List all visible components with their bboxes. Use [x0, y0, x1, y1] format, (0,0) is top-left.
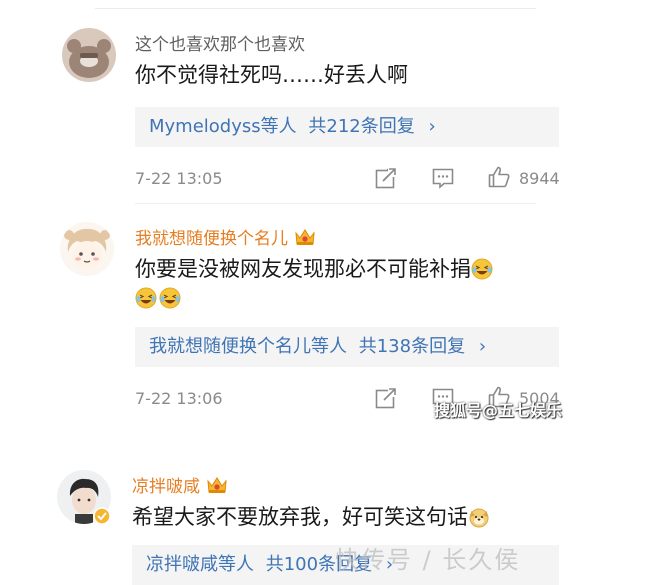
repost-icon[interactable]: [374, 166, 398, 190]
repost-icon[interactable]: [374, 386, 398, 410]
reply-count: 共138条回复: [358, 336, 466, 357]
comment-text: 你要是没被网友发现那必不可能补捐: [135, 254, 493, 284]
comment-username[interactable]: 凉拌啵咸: [132, 472, 228, 497]
divider: [135, 203, 536, 204]
chevron-right-icon: ›: [428, 116, 436, 137]
username-text: 凉拌啵咸: [132, 477, 200, 497]
laugh-emoji-icon: [471, 258, 493, 280]
reply-summary-button[interactable]: Mymelodyss等人 共212条回复 ›: [135, 107, 559, 147]
screenshot-gap: [0, 425, 671, 455]
avatar[interactable]: [60, 222, 114, 276]
laugh-emoji-icon: [135, 287, 157, 309]
comment-time: 7-22 13:05: [135, 169, 223, 188]
like-icon[interactable]: [487, 165, 511, 189]
comment-text-body: 希望大家不要放弃我，好可笑这句话: [132, 505, 468, 529]
comment-text-emoji-line: [135, 283, 181, 313]
reply-users: Mymelodyss等人: [149, 116, 297, 137]
crown-icon: [207, 477, 227, 493]
comment-username[interactable]: 我就想随便换个名儿: [135, 224, 316, 249]
comment-text: 希望大家不要放弃我，好可笑这句话: [132, 502, 490, 532]
chevron-right-icon: ›: [478, 336, 487, 357]
like-count: 8944: [519, 169, 560, 188]
comment-text: 你不觉得社死吗……好丢人啊: [135, 63, 408, 87]
username-text: 我就想随便换个名儿: [135, 229, 288, 249]
reply-users: 凉拌啵咸等人: [146, 554, 254, 575]
crown-icon: [295, 229, 315, 245]
watermark-bottom: 快传号 / 长久侯: [335, 546, 521, 574]
reply-summary-button[interactable]: 我就想随便换个名儿等人 共138条回复 ›: [135, 327, 559, 367]
comment-text-body: 你要是没被网友发现那必不可能补捐: [135, 257, 471, 281]
verified-badge-icon: [93, 507, 111, 525]
watermark-sohu: 搜狐号@五七娱乐: [434, 401, 563, 420]
divider: [95, 8, 536, 9]
reply-users: 我就想随便换个名儿等人: [149, 336, 347, 357]
comment-icon[interactable]: [431, 166, 455, 190]
comment-time: 7-22 13:06: [135, 389, 223, 408]
comment-username[interactable]: 这个也喜欢那个也喜欢: [135, 30, 305, 55]
avatar[interactable]: [62, 28, 116, 82]
reply-count: 共212条回复: [308, 116, 415, 137]
dog-emoji-icon: [469, 508, 489, 528]
laugh-emoji-icon: [159, 287, 181, 309]
